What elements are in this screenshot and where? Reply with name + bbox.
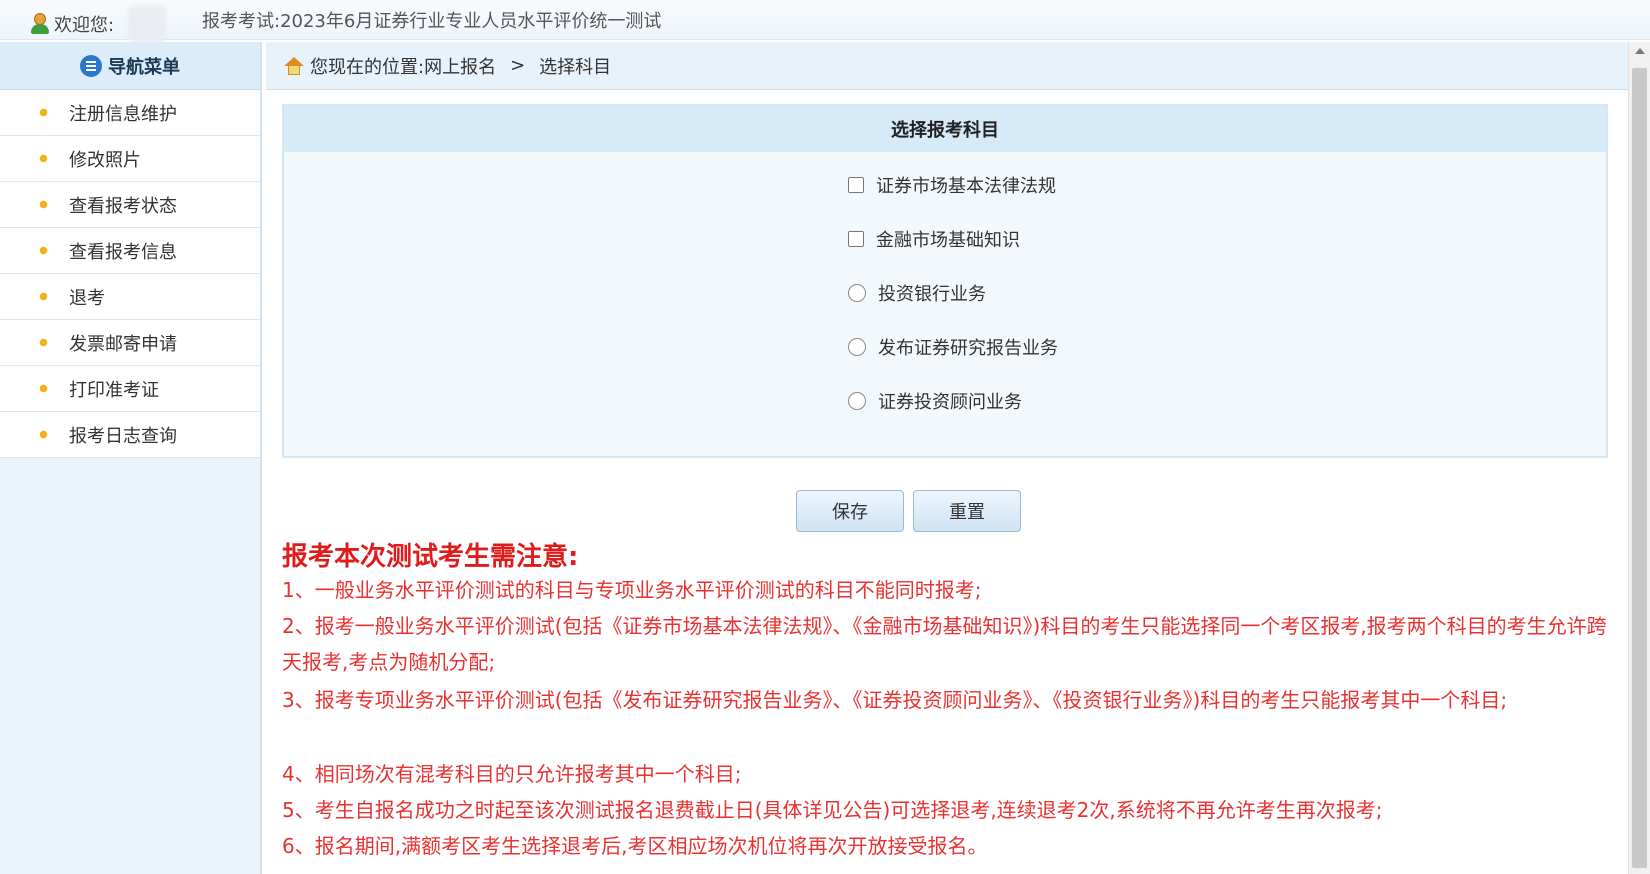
- bullet-icon: [40, 109, 47, 116]
- subject-option-investment-banking[interactable]: 投资银行业务: [848, 278, 986, 308]
- radio-button[interactable]: [848, 338, 866, 356]
- reset-button[interactable]: 重置: [913, 490, 1021, 532]
- nav-menu-header: 导航菜单: [0, 42, 260, 90]
- sidebar-item-view-info[interactable]: 查看报考信息: [0, 228, 260, 274]
- bullet-icon: [40, 247, 47, 254]
- notice-item-6: 6、报名期间,满额考区考生选择退考后,考区相应场次机位将再次开放接受报名。: [282, 834, 988, 858]
- sidebar: 导航菜单 注册信息维护 修改照片 查看报考状态 查看报考信息 退考 发票邮寄申请…: [0, 42, 262, 874]
- bullet-icon: [40, 155, 47, 162]
- subject-label: 投资银行业务: [878, 284, 986, 305]
- subject-label: 发布证券研究报告业务: [878, 338, 1058, 359]
- radio-button[interactable]: [848, 392, 866, 410]
- panel-title: 选择报考科目: [284, 106, 1606, 152]
- notice-item-4: 4、相同场次有混考科目的只允许报考其中一个科目;: [282, 762, 742, 786]
- sidebar-item-label: 查看报考信息: [69, 241, 177, 263]
- menu-icon: [80, 54, 102, 77]
- sidebar-item-withdraw[interactable]: 退考: [0, 274, 260, 320]
- sidebar-item-view-status[interactable]: 查看报考状态: [0, 182, 260, 228]
- subject-option-financial-basics[interactable]: 金融市场基础知识: [848, 224, 1020, 254]
- sidebar-item-invoice-mail[interactable]: 发票邮寄申请: [0, 320, 260, 366]
- bullet-icon: [40, 201, 47, 208]
- sidebar-item-label: 注册信息维护: [69, 103, 177, 125]
- sidebar-item-label: 退考: [69, 287, 105, 309]
- radio-button[interactable]: [848, 284, 866, 302]
- home-icon: [284, 56, 304, 75]
- sidebar-item-label: 查看报考状态: [69, 195, 177, 217]
- notice-item-5: 5、考生自报名成功之时起至该次测试报名退费截止日(具体详见公告)可选择退考,连续…: [282, 798, 1383, 822]
- sidebar-item-label: 修改照片: [69, 149, 141, 171]
- breadcrumb-separator: >: [510, 55, 526, 76]
- subject-selection-panel: 选择报考科目 证券市场基本法律法规 金融市场基础知识 投资银行业务 发布证券研究…: [282, 104, 1608, 458]
- sidebar-item-print-admission[interactable]: 打印准考证: [0, 366, 260, 412]
- checkbox[interactable]: [848, 231, 864, 247]
- bullet-icon: [40, 293, 47, 300]
- breadcrumb-level2: 选择科目: [539, 56, 612, 78]
- welcome-label: 欢迎您:: [54, 15, 115, 36]
- checkbox[interactable]: [848, 177, 864, 193]
- bullet-icon: [40, 431, 47, 438]
- scroll-thumb[interactable]: [1632, 68, 1647, 868]
- notice-item-3: 3、报考专项业务水平评价测试(包括《发布证券研究报告业务》、《证券投资顾问业务》…: [282, 688, 1508, 712]
- bullet-icon: [40, 385, 47, 392]
- breadcrumb-level1[interactable]: 网上报名: [424, 53, 496, 79]
- bullet-icon: [40, 339, 47, 346]
- sidebar-item-label: 发票邮寄申请: [69, 333, 177, 355]
- breadcrumb-prefix: 您现在的位置:: [310, 56, 425, 78]
- sidebar-item-log-query[interactable]: 报考日志查询: [0, 412, 260, 458]
- sidebar-item-label: 打印准考证: [69, 379, 159, 401]
- nav-menu-title: 导航菜单: [108, 56, 180, 78]
- welcome-area: 欢迎您:: [30, 6, 167, 42]
- subject-label: 证券市场基本法律法规: [876, 176, 1056, 197]
- avatar: [128, 6, 167, 42]
- sidebar-item-label: 报考日志查询: [69, 425, 177, 447]
- notice-item-1: 1、一般业务水平评价测试的科目与专项业务水平评价测试的科目不能同时报考;: [282, 578, 982, 602]
- sidebar-item-registration-info[interactable]: 注册信息维护: [0, 90, 260, 136]
- scroll-up-arrow-icon[interactable]: [1635, 48, 1645, 54]
- subject-option-research-report[interactable]: 发布证券研究报告业务: [848, 332, 1058, 362]
- subject-option-investment-advisory[interactable]: 证券投资顾问业务: [848, 386, 1022, 416]
- save-button[interactable]: 保存: [796, 490, 904, 532]
- notice-title: 报考本次测试考生需注意:: [282, 542, 579, 572]
- subject-option-securities-law[interactable]: 证券市场基本法律法规: [848, 170, 1056, 200]
- breadcrumb: 您现在的位置: 网上报名 > 选择科目: [266, 42, 1628, 90]
- sidebar-item-change-photo[interactable]: 修改照片: [0, 136, 260, 182]
- subject-label: 证券投资顾问业务: [878, 392, 1022, 413]
- top-bar: 欢迎您: 报考考试:2023年6月证券行业专业人员水平评价统一测试: [0, 0, 1650, 42]
- vertical-scrollbar[interactable]: [1628, 42, 1650, 874]
- notice-item-2: 2、报考一般业务水平评价测试(包括《证券市场基本法律法规》、《金融市场基础知识》…: [282, 614, 1607, 674]
- user-icon: [30, 13, 50, 35]
- exam-title: 报考考试:2023年6月证券行业专业人员水平评价统一测试: [202, 11, 662, 32]
- subject-label: 金融市场基础知识: [876, 230, 1020, 251]
